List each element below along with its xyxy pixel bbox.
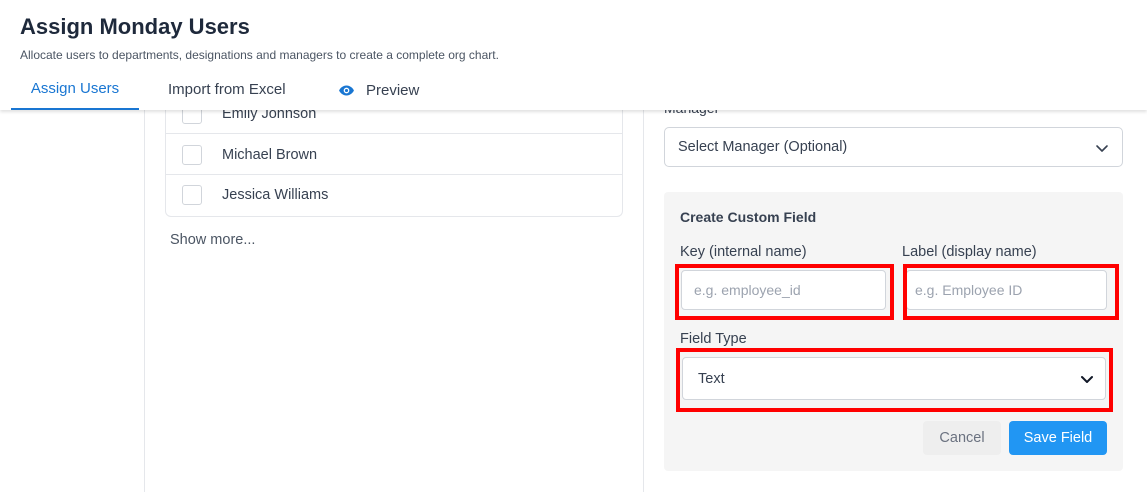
list-item[interactable]: Jessica Williams [166,175,622,215]
tab-assign-users[interactable]: Assign Users [11,72,139,110]
label-label: Label (display name) [902,244,1037,260]
user-checkbox[interactable] [182,144,202,165]
tab-label: Preview [366,82,420,99]
tab-label: Assign Users [30,80,120,97]
page-header: Assign Monday Users Allocate users to de… [0,0,1147,110]
show-more-link[interactable]: Show more... [170,232,255,248]
page-title: Assign Monday Users [20,14,250,39]
highlight-box [676,348,1113,412]
chevron-down-icon [1096,145,1108,152]
user-checkbox[interactable] [182,185,202,205]
tab-import-from-excel[interactable]: Import from Excel [168,72,286,110]
user-name: Jessica Williams [222,187,329,203]
tab-label: Import from Excel [168,81,286,98]
user-name: Michael Brown [222,146,318,163]
key-label: Key (internal name) [680,244,807,260]
highlight-box [903,264,1119,320]
custom-field-title: Create Custom Field [680,209,817,225]
column-divider [144,100,145,492]
user-list: Emily Johnson Michael Brown Jessica Will… [165,92,623,217]
eye-icon [339,85,354,96]
list-item[interactable]: Michael Brown [166,135,622,175]
field-type-label: Field Type [680,331,747,347]
manager-select-value: Select Manager (Optional) [678,139,848,155]
save-field-button[interactable]: Save Field [1009,421,1107,455]
highlight-box [675,264,894,320]
manager-select[interactable]: Select Manager (Optional) [664,127,1123,167]
cancel-button[interactable]: Cancel [923,421,1001,455]
tab-preview[interactable]: Preview [338,72,419,110]
column-divider [643,100,644,492]
page-subtitle: Allocate users to departments, designati… [20,48,499,62]
